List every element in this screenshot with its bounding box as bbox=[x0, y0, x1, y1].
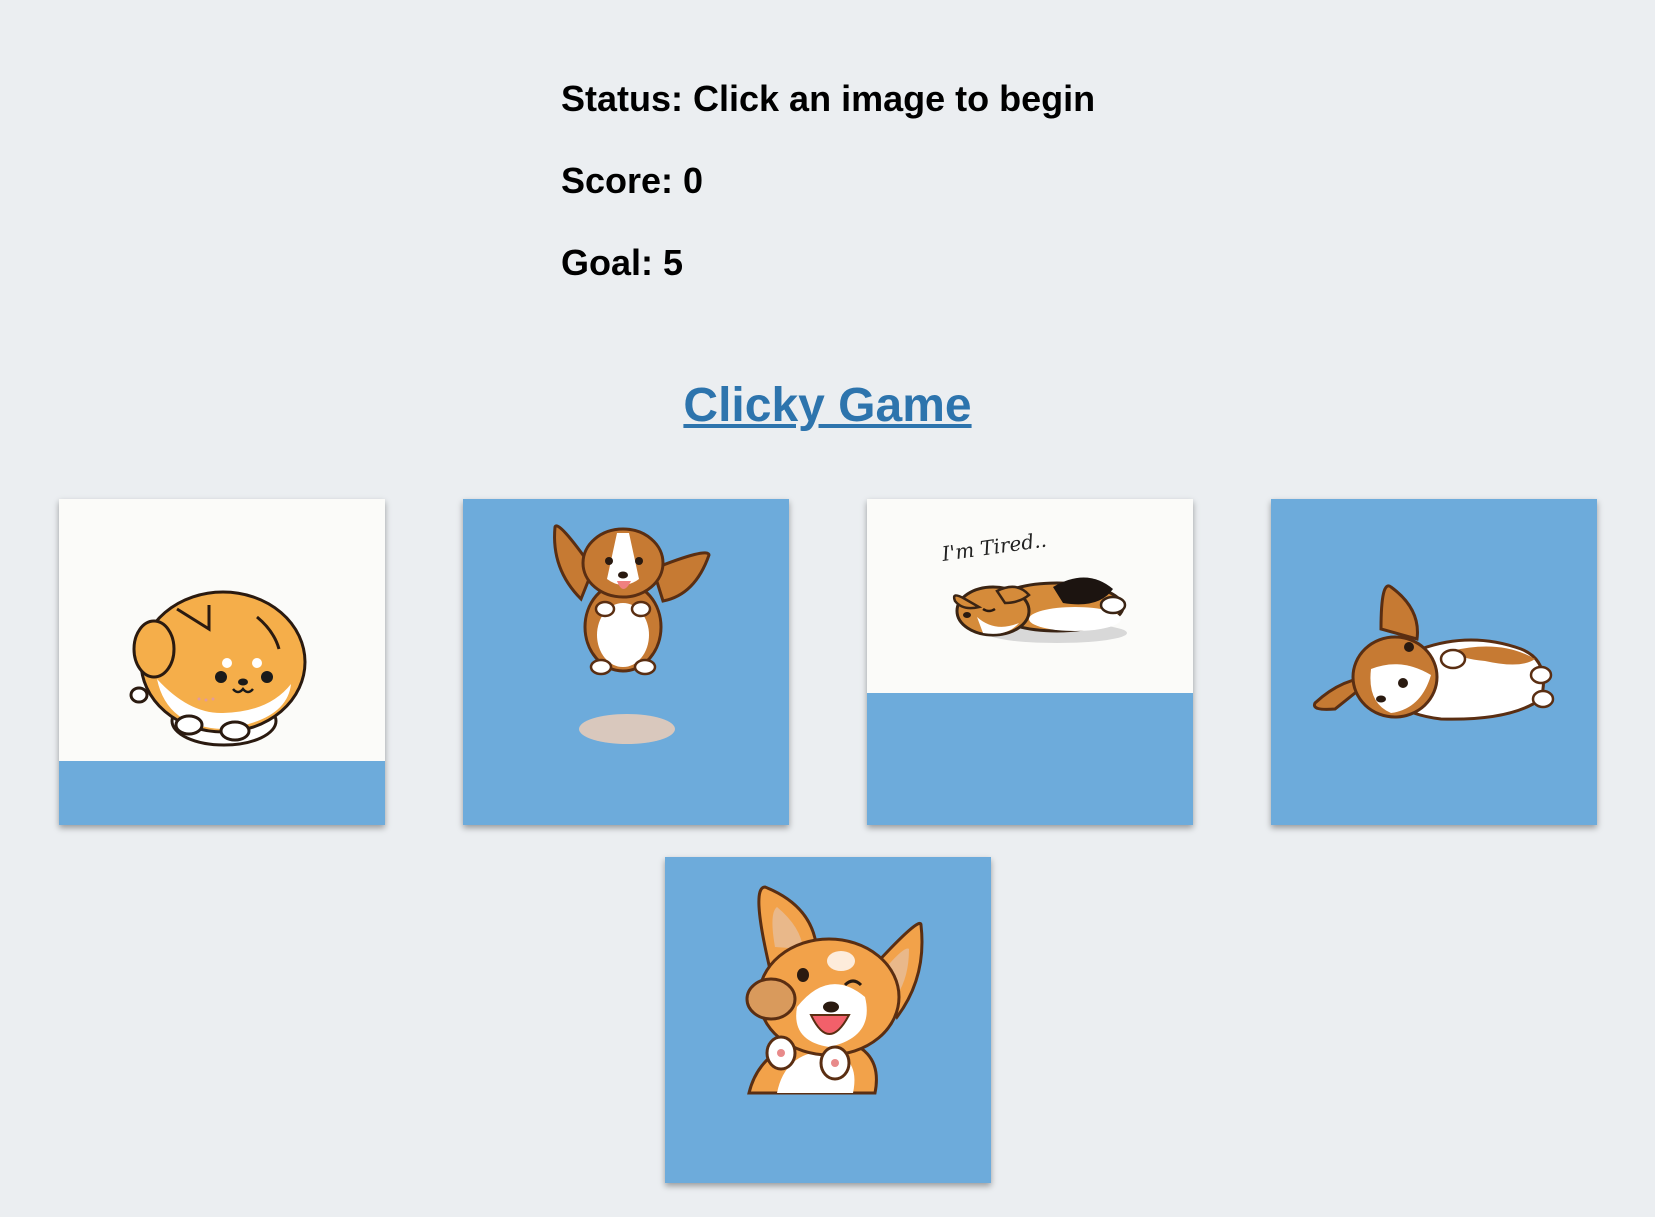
status-text: Status: Click an image to begin bbox=[561, 78, 1096, 119]
lying-corgi-icon bbox=[1312, 584, 1555, 721]
waving-corgi-icon bbox=[745, 885, 924, 1095]
status-panel: Status: Click an image to begin Score: 0… bbox=[561, 78, 1095, 324]
dog-card-1[interactable] bbox=[59, 499, 385, 825]
dog-card-4[interactable] bbox=[1271, 499, 1597, 825]
round-shiba-puppy-icon bbox=[59, 499, 385, 761]
score-text: Score: 0 bbox=[561, 160, 704, 201]
dog-card-2[interactable] bbox=[463, 499, 789, 825]
game-title-link[interactable]: Clicky Game bbox=[0, 378, 1655, 434]
dog-card-5[interactable] bbox=[665, 857, 991, 1183]
tired-corgi-icon: I'm Tired.. bbox=[867, 499, 1193, 693]
jumping-corgi-icon bbox=[553, 524, 711, 744]
dog-card-3[interactable]: I'm Tired.. bbox=[867, 499, 1193, 825]
goal-text: Goal: 5 bbox=[561, 242, 684, 283]
